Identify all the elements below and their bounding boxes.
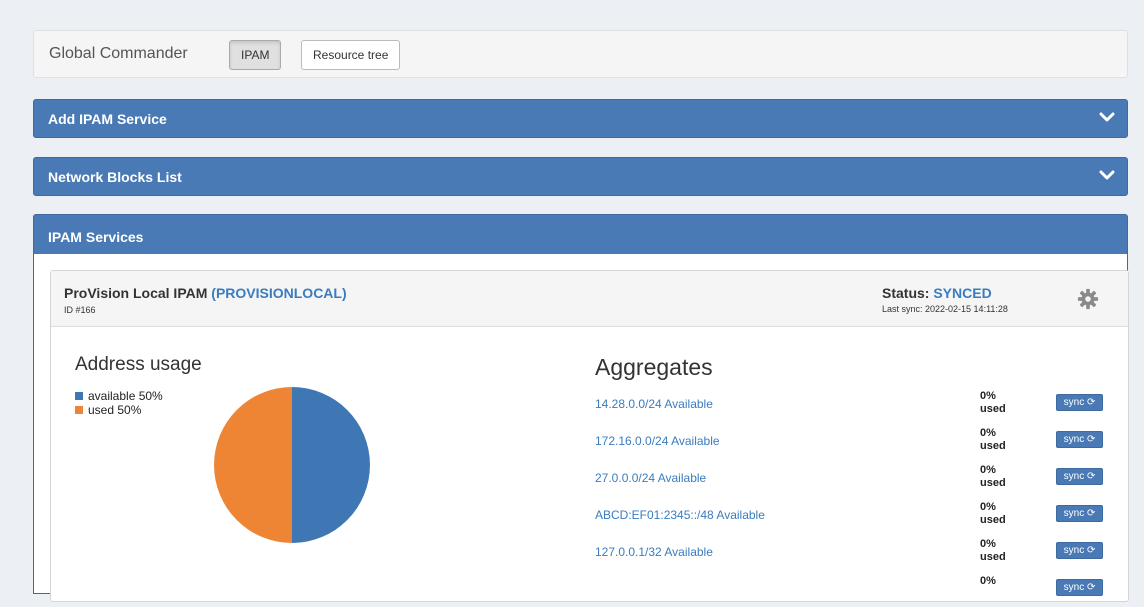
aggregate-link[interactable]: ABCD:EF01:2345::/48 Available bbox=[595, 508, 765, 522]
usage-label: used bbox=[980, 551, 1006, 563]
tab-resource-tree[interactable]: Resource tree bbox=[301, 40, 401, 70]
aggregate-usage: 0% bbox=[980, 575, 1020, 588]
usage-percent: 0% bbox=[980, 501, 996, 513]
usage-percent: 0% bbox=[980, 390, 996, 402]
ipam-services-title: IPAM Services bbox=[48, 229, 144, 245]
chevron-down-icon[interactable] bbox=[1099, 167, 1115, 183]
legend-item-available: available 50% bbox=[75, 389, 163, 403]
sync-button[interactable]: sync ⟳ bbox=[1056, 394, 1103, 411]
legend-item-used: used 50% bbox=[75, 403, 163, 417]
aggregate-usage: 0% used bbox=[980, 501, 1020, 527]
sync-button[interactable]: sync ⟳ bbox=[1056, 542, 1103, 559]
network-blocks-title: Network Blocks List bbox=[48, 169, 182, 185]
aggregate-row: 14.28.0.0/24 Available 0% used sync ⟳ bbox=[595, 390, 1105, 422]
sync-button[interactable]: sync ⟳ bbox=[1056, 468, 1103, 485]
chevron-down-icon[interactable] bbox=[1099, 109, 1115, 125]
gear-icon[interactable] bbox=[1077, 288, 1099, 310]
sync-button[interactable]: sync ⟳ bbox=[1056, 579, 1103, 596]
tab-ipam[interactable]: IPAM bbox=[229, 40, 282, 70]
status-value: SYNCED bbox=[933, 285, 992, 301]
aggregate-link[interactable]: 14.28.0.0/24 Available bbox=[595, 397, 713, 411]
legend-label-used: used 50% bbox=[88, 403, 142, 417]
status: Status: SYNCED bbox=[882, 285, 992, 301]
usage-percent: 0% bbox=[980, 427, 996, 439]
service-card: ProVision Local IPAM (PROVISIONLOCAL) ID… bbox=[50, 270, 1129, 602]
address-usage-pie-chart bbox=[214, 387, 370, 543]
legend-label-available: available 50% bbox=[88, 389, 163, 403]
chart-legend: available 50% used 50% bbox=[75, 389, 163, 417]
ipam-services-panel: IPAM Services ProVision Local IPAM (PROV… bbox=[33, 214, 1129, 602]
legend-swatch-available bbox=[75, 392, 83, 400]
usage-label: used bbox=[980, 440, 1006, 452]
service-name: ProVision Local IPAM (PROVISIONLOCAL) bbox=[64, 285, 347, 301]
usage-percent: 0% bbox=[980, 464, 996, 476]
aggregates-title: Aggregates bbox=[595, 354, 713, 380]
sync-button[interactable]: sync ⟳ bbox=[1056, 505, 1103, 522]
service-name-text: ProVision Local IPAM bbox=[64, 285, 208, 301]
usage-label: used bbox=[980, 403, 1006, 415]
service-id: ID #166 bbox=[64, 305, 96, 315]
usage-percent: 0% bbox=[980, 575, 996, 587]
add-ipam-service-panel[interactable]: Add IPAM Service bbox=[33, 99, 1128, 138]
sync-button[interactable]: sync ⟳ bbox=[1056, 431, 1103, 448]
aggregate-row: 0% sync ⟳ bbox=[595, 575, 1105, 607]
aggregate-usage: 0% used bbox=[980, 538, 1020, 564]
add-ipam-service-title: Add IPAM Service bbox=[48, 111, 167, 127]
service-code-link[interactable]: (PROVISIONLOCAL) bbox=[211, 285, 346, 301]
aggregate-row: 172.16.0.0/24 Available 0% used sync ⟳ bbox=[595, 427, 1105, 459]
aggregate-link[interactable]: 172.16.0.0/24 Available bbox=[595, 434, 720, 448]
aggregate-usage: 0% used bbox=[980, 464, 1020, 490]
aggregate-usage: 0% used bbox=[980, 427, 1020, 453]
aggregate-link[interactable]: 27.0.0.0/24 Available bbox=[595, 471, 706, 485]
pie-slice-available bbox=[292, 387, 370, 543]
pie-slice-used bbox=[214, 387, 292, 543]
aggregate-row: 27.0.0.0/24 Available 0% used sync ⟳ bbox=[595, 464, 1105, 496]
aggregate-row: 127.0.0.1/32 Available 0% used sync ⟳ bbox=[595, 538, 1105, 570]
aggregate-row: ABCD:EF01:2345::/48 Available 0% used syn… bbox=[595, 501, 1105, 533]
network-blocks-panel[interactable]: Network Blocks List bbox=[33, 157, 1128, 196]
top-bar: Global Commander IPAM Resource tree bbox=[33, 30, 1128, 78]
ipam-services-header: IPAM Services bbox=[34, 215, 1127, 254]
status-label: Status: bbox=[882, 285, 930, 301]
service-card-header: ProVision Local IPAM (PROVISIONLOCAL) ID… bbox=[51, 271, 1128, 327]
address-usage-title: Address usage bbox=[75, 354, 202, 375]
legend-swatch-used bbox=[75, 406, 83, 414]
usage-percent: 0% bbox=[980, 538, 996, 550]
aggregate-link[interactable]: 127.0.0.1/32 Available bbox=[595, 545, 713, 559]
last-sync: Last sync: 2022-02-15 14:11:28 bbox=[882, 304, 1008, 314]
aggregate-usage: 0% used bbox=[980, 390, 1020, 416]
app-title: Global Commander bbox=[49, 45, 188, 62]
usage-label: used bbox=[980, 514, 1006, 526]
usage-label: used bbox=[980, 477, 1006, 489]
